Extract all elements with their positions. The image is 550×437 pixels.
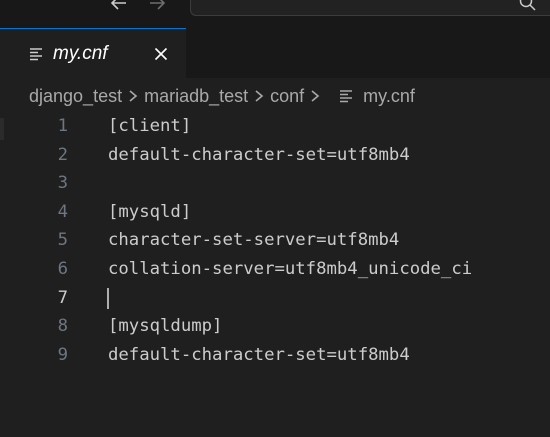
code-text[interactable]: default-character-set=utf8mb4 (108, 341, 410, 370)
search-icon[interactable] (518, 0, 538, 13)
code-line-active[interactable]: 7 (0, 284, 550, 313)
code-text[interactable]: [client] (108, 112, 191, 141)
code-line[interactable]: 1 [client] (0, 112, 550, 141)
settings-file-icon (338, 88, 354, 104)
line-number: 3 (57, 173, 68, 194)
title-bar (0, 0, 550, 28)
line-number: 2 (57, 144, 68, 165)
code-line[interactable]: 4 [mysqld] (0, 198, 550, 227)
code-line[interactable]: 9 default-character-set=utf8mb4 (0, 341, 550, 370)
code-editor[interactable]: 1 [client] 2 default-character-set=utf8m… (0, 112, 550, 369)
code-text[interactable]: collation-server=utf8mb4_unicode_ci (108, 255, 472, 284)
code-line[interactable]: 5 character-set-server=utf8mb4 (0, 226, 550, 255)
code-text[interactable]: character-set-server=utf8mb4 (108, 226, 399, 255)
chevron-right-icon (250, 87, 268, 105)
breadcrumb: django_test mariadb_test conf my.cnf (0, 78, 550, 114)
code-line[interactable]: 6 collation-server=utf8mb4_unicode_ci (0, 255, 550, 284)
breadcrumb-item-mariadb-test[interactable]: mariadb_test (144, 86, 248, 107)
breadcrumb-item-conf[interactable]: conf (270, 86, 304, 107)
line-number: 6 (57, 258, 68, 279)
editor-tab-bar: my.cnf (0, 28, 550, 78)
code-line[interactable]: 3 (0, 169, 550, 198)
tab-label: my.cnf (53, 42, 108, 64)
code-line[interactable]: 8 [mysqldump] (0, 312, 550, 341)
line-number: 1 (57, 116, 68, 136)
code-text[interactable]: [mysqld] (108, 198, 191, 227)
breadcrumb-item-django-test[interactable]: django_test (29, 86, 122, 107)
chevron-right-icon (306, 87, 324, 105)
tab-my-cnf[interactable]: my.cnf (0, 28, 186, 78)
code-text[interactable]: [mysqldump] (108, 312, 222, 341)
line-number: 9 (57, 344, 68, 365)
breadcrumb-item-my-cnf[interactable]: my.cnf (363, 86, 415, 107)
line-number: 4 (57, 201, 68, 222)
arrow-left-icon[interactable] (108, 0, 130, 14)
arrow-right-icon[interactable] (146, 0, 168, 14)
line-number-active: 7 (57, 287, 68, 308)
chevron-right-icon (124, 87, 142, 105)
code-line[interactable]: 2 default-character-set=utf8mb4 (0, 141, 550, 170)
close-icon[interactable] (150, 43, 172, 65)
command-center-search[interactable] (190, 0, 550, 16)
settings-file-icon (28, 46, 44, 62)
line-number: 5 (57, 230, 68, 251)
text-cursor (107, 287, 109, 309)
line-number: 8 (57, 316, 68, 337)
code-text[interactable]: default-character-set=utf8mb4 (108, 141, 410, 170)
